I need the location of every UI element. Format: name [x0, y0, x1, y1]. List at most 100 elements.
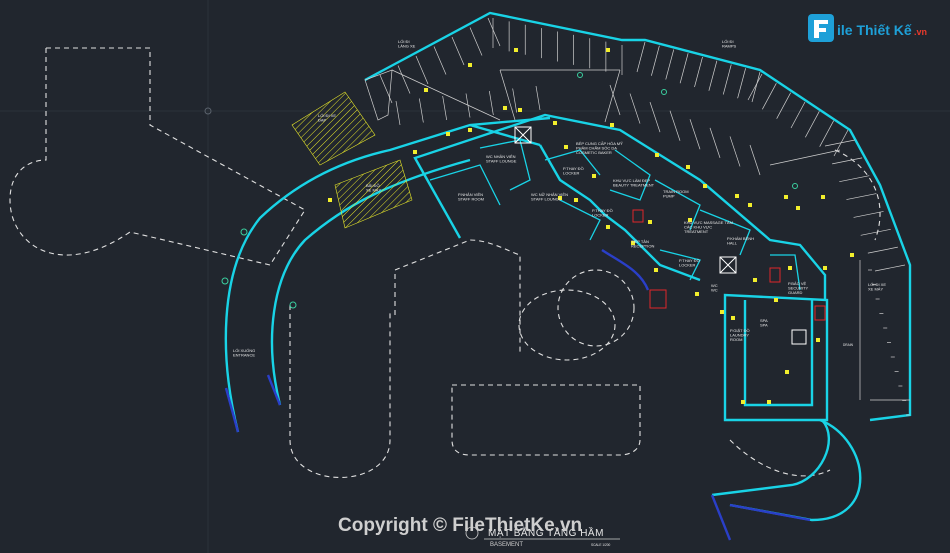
- stair-red-2: [769, 267, 781, 283]
- drawing-subtitle: BASEMENT: [490, 542, 523, 548]
- yellow-light-dot: [785, 370, 789, 374]
- yellow-light-dot: [606, 225, 610, 229]
- parking-bay-line: [629, 93, 641, 124]
- parking-bay-line: [819, 120, 834, 147]
- logo-tld: .vn: [914, 27, 927, 37]
- parking-bays: [379, 17, 910, 416]
- parking-bay-line: [839, 175, 870, 183]
- copyright-watermark: Copyright © FileThietKe.vn: [338, 515, 582, 536]
- dashed-outline-left: [9, 47, 306, 266]
- entrance-line-right-a: [710, 494, 732, 541]
- entrance-lines: [224, 249, 811, 541]
- label-beauty-supply: BẾP CUNG CẤP HÓA MỸ PHẨM CHĂM SÓC DA COSME…: [576, 141, 623, 155]
- label-slope-lower: LỐI ĐI RAMPS: [722, 39, 737, 49]
- parking-bay-line: [729, 136, 741, 167]
- logo-text: ile Thiết Kế: [837, 22, 912, 38]
- parking-bay-line: [874, 264, 906, 272]
- label-hall: P.KHÁM BỆNH HALL: [727, 236, 754, 246]
- dashed-arc-right: [834, 149, 881, 241]
- parking-bay-line: [679, 53, 689, 84]
- yellow-light-dot: [610, 123, 614, 127]
- parking-bay-line: [694, 56, 703, 88]
- parking-bay-line: [669, 110, 681, 141]
- label-park-right: LỐI ĐI XE XE MÁY: [868, 282, 886, 292]
- entrance-line-right-b: [729, 503, 811, 522]
- yellow-light-dot: [655, 153, 659, 157]
- yellow-light-dot: [796, 206, 800, 210]
- parking-bay-line: [776, 92, 791, 119]
- green-marker-2: [221, 277, 229, 285]
- yellow-light-dot: [592, 174, 596, 178]
- partition-4: [609, 149, 651, 201]
- parking-aisle-line: [391, 69, 501, 121]
- dashed-pool: [451, 384, 641, 456]
- parking-bay-line: [442, 95, 448, 121]
- yellow-light-dot: [753, 278, 757, 282]
- yellow-light-dot: [468, 63, 472, 67]
- yellow-light-dot: [446, 132, 450, 136]
- parking-bay-line: [535, 85, 541, 111]
- hatched-ramp-lower: [334, 159, 413, 229]
- ramp-inner-right: [711, 419, 831, 497]
- parking-bay-line: [867, 246, 898, 254]
- parking-bay-line: [747, 73, 763, 101]
- parking-bay-line: [853, 211, 884, 218]
- parking-bay-line: [469, 27, 483, 56]
- stair-red-3: [814, 305, 826, 321]
- yellow-light-dot: [606, 48, 610, 52]
- yellow-light-dot: [518, 108, 522, 112]
- dashed-outline-group: [9, 47, 881, 478]
- label-staff-room: P.NHÂN VIÊN STAFF ROOM: [458, 192, 484, 202]
- green-marker-5: [661, 89, 667, 95]
- label-security: P.BẢO VỆ SECURITY GUARD: [788, 281, 809, 295]
- yellow-light-dot: [774, 298, 778, 302]
- yellow-light-dot: [816, 338, 820, 342]
- parking-bay-line: [451, 36, 465, 66]
- yellow-light-dot: [821, 195, 825, 199]
- dashed-plaza-ellipse: [518, 289, 616, 361]
- parking-aisle-line: [769, 149, 841, 166]
- green-marker-1: [240, 228, 248, 236]
- parking-bay-line: [665, 49, 675, 80]
- stair-curve: [601, 249, 650, 291]
- yellow-light-dot: [686, 165, 690, 169]
- yellow-light-dot: [788, 266, 792, 270]
- label-locker-1: P.THAY ĐỒ LOCKER: [563, 166, 584, 176]
- label-wc-female-staff: WC NỮ NHÂN VIÊN STAFF LOUNGE: [531, 192, 568, 202]
- parking-bay-line: [762, 83, 777, 110]
- yellow-light-dot: [413, 150, 417, 154]
- parking-aisle-line: [499, 69, 516, 121]
- label-slope-upper: LỐI ĐI LÀNG XE: [398, 39, 416, 49]
- parking-bay-line: [487, 17, 501, 47]
- parking-bay-line: [832, 157, 863, 165]
- dashed-outline-bottom-left: [289, 305, 391, 478]
- yellow-light-dot: [731, 316, 735, 320]
- drawing-scale: SCALE 1/200: [591, 543, 611, 547]
- yellow-light-dot: [741, 400, 745, 404]
- floor-plan: LỐI ĐI LÀNG XE LỐI ĐI RAMPS LỐI ĐI XE ĐẠP B…: [0, 0, 950, 553]
- yellow-light-dot: [748, 203, 752, 207]
- parking-aisle-line: [604, 69, 621, 123]
- label-reception: TIẾP TÂN RECEPTION: [631, 239, 654, 249]
- label-laundry: P.GIẶT ĐỒ LAUNDRY ROOM: [730, 328, 750, 342]
- parking-bay-line: [415, 55, 429, 85]
- green-marker-4: [577, 72, 583, 78]
- parking-bay-line: [397, 65, 411, 94]
- parking-bay-line: [790, 101, 806, 129]
- stair-red-4: [649, 289, 667, 309]
- label-wc: WC WC: [711, 283, 718, 293]
- parking-bay-line: [749, 144, 761, 176]
- parking-bay-line: [512, 88, 518, 113]
- hall-inner: [743, 300, 814, 407]
- yellow-light-dot: [720, 310, 724, 314]
- site-logo: ile Thiết Kế .vn: [806, 10, 934, 46]
- elevators: [514, 126, 807, 345]
- label-wc-staff: WC NHÂN VIÊN STAFF LOUNGE: [486, 154, 517, 164]
- logo-graphic: ile Thiết Kế .vn: [808, 14, 927, 42]
- parking-bay-line: [395, 100, 401, 126]
- parking-bay-line: [805, 111, 820, 138]
- stair-red-1: [632, 209, 644, 223]
- elevator-3: [791, 329, 807, 345]
- yellow-light-dot: [767, 400, 771, 404]
- parking-bay-line: [751, 71, 761, 103]
